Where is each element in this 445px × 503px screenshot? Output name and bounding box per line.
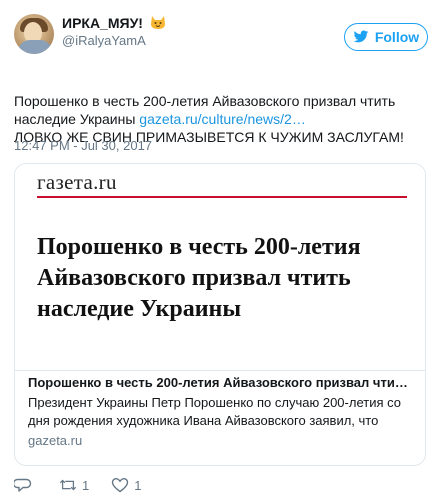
link-card[interactable]: газета.ru Порошенко в честь 200-летия Ай… [14, 163, 426, 466]
logo-divider [37, 196, 407, 198]
card-image: газета.ru Порошенко в честь 200-летия Ай… [15, 164, 425, 371]
avatar-body [18, 40, 52, 54]
like-count: 1 [134, 477, 142, 493]
display-name-row: ИРКА_МЯУ! [62, 14, 166, 32]
card-domain: gazeta.ru [28, 433, 83, 448]
card-body: Порошенко в честь 200-летия Айвазовского… [28, 374, 412, 450]
user-names[interactable]: ИРКА_МЯУ! @iRalyaYamA [62, 14, 166, 50]
retweet-count: 1 [82, 477, 90, 493]
card-logo: газета.ru [37, 170, 117, 194]
card-description: Президент Украины Петр Порошенко по случ… [28, 395, 401, 428]
like-button[interactable]: 1 [111, 477, 141, 493]
reply-icon [14, 478, 32, 492]
timestamp[interactable]: 12:47 PM - Jul 30, 2017 [14, 138, 152, 153]
tweet-actions: 1 1 [14, 475, 163, 495]
tweet-link[interactable]: gazeta.ru/culture/news/2… [139, 111, 306, 127]
retweet-button[interactable]: 1 [59, 477, 89, 493]
heart-icon [112, 477, 129, 493]
avatar[interactable] [14, 14, 54, 54]
reply-button[interactable] [14, 477, 37, 493]
smiling-cat-icon [150, 16, 165, 29]
card-headline: Порошенко в честь 200-летия Айвазовского… [37, 234, 361, 322]
follow-button[interactable]: Follow [344, 23, 428, 51]
username: @iRalyaYamA [62, 33, 146, 48]
bird-icon [353, 30, 369, 43]
follow-label: Follow [374, 29, 420, 45]
retweet-icon [59, 479, 77, 491]
card-title: Порошенко в честь 200-летия Айвазовского… [28, 375, 412, 390]
display-name: ИРКА_МЯУ! [62, 15, 143, 31]
tweet-header: ИРКА_МЯУ! @iRalyaYamA Follow [14, 14, 431, 62]
